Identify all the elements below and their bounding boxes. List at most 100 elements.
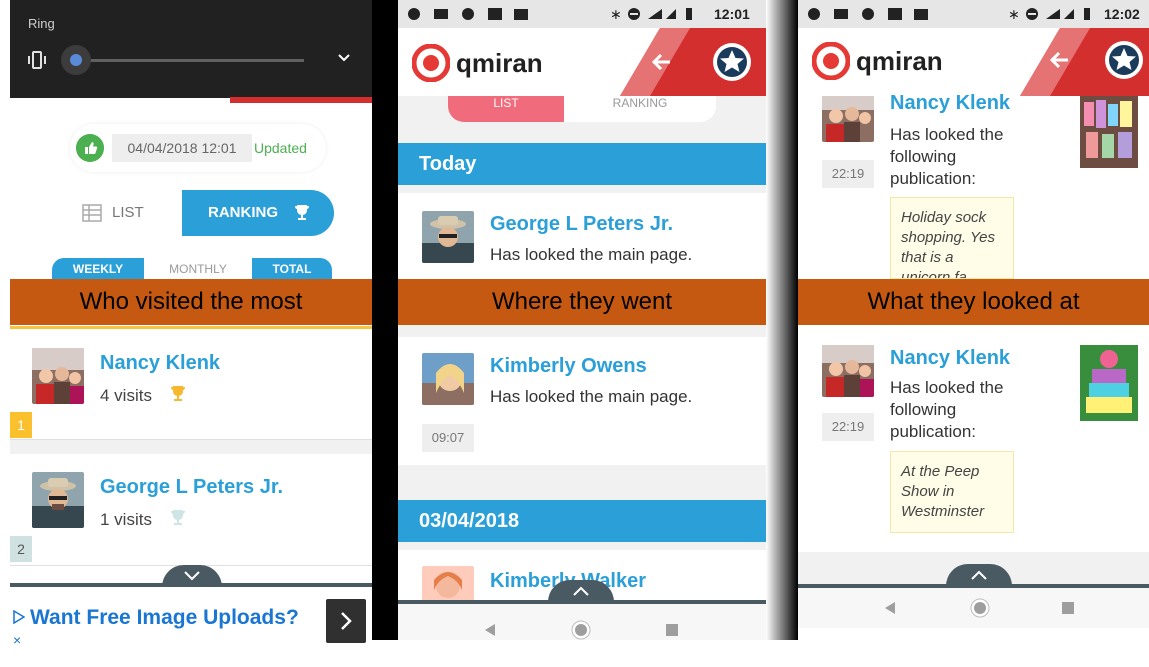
svg-text:∗: ∗ [1008, 7, 1020, 22]
activity-text: Has looked the following publication: [890, 125, 1004, 188]
profile-star-icon[interactable] [712, 42, 752, 82]
app-header: qmiran [798, 28, 1149, 96]
activity-text: Has looked the following publication: [890, 378, 1004, 441]
volume-slider[interactable] [76, 59, 304, 62]
notification-icons [808, 8, 928, 20]
ranking-card[interactable]: George L Peters Jr. 1 visits 2 [10, 454, 372, 566]
publication-card[interactable]: Nancy Klenk Has looked the following pub… [798, 325, 1149, 552]
scroll-up-tab[interactable] [946, 564, 1012, 586]
avatar [32, 472, 84, 528]
ranking-card[interactable]: Nancy Klenk 4 visits 1 [10, 330, 372, 440]
avatar [822, 96, 874, 142]
avatar [822, 345, 874, 397]
tab-monthly[interactable]: MONTHLY [144, 258, 252, 280]
profile-star-icon[interactable] [1104, 40, 1144, 80]
visitor-name[interactable]: George L Peters Jr. [100, 476, 283, 499]
status-bar: ∗ 12:01 [398, 0, 766, 28]
activity-time: 22:19 [822, 160, 874, 188]
activity-time: 09:07 [422, 424, 474, 452]
ad-banner[interactable]: × Want Free Image Uploads? [10, 588, 372, 667]
system-status-icons: ∗ [610, 7, 692, 22]
caption-where-they-went: Where they went [398, 279, 766, 325]
activity-card[interactable]: George L Peters Jr. Has looked the main … [398, 193, 766, 279]
caption-what-they-looked-at: What they looked at [798, 279, 1149, 325]
avatar [422, 566, 474, 602]
rank-badge: 1 [10, 412, 32, 438]
scroll-up-tab[interactable] [548, 580, 614, 602]
publication-excerpt[interactable]: Holiday sock shopping. Yes that is a uni… [890, 197, 1014, 279]
thumbs-up-icon [76, 134, 104, 162]
volume-notification: Ring [10, 0, 372, 98]
publication-excerpt[interactable]: At the Peep Show in Westminster [890, 451, 1014, 533]
table-icon [82, 204, 102, 222]
ranking-screen: Ring 04/04/2018 12:01 Updated LIST RANKI… [10, 0, 372, 667]
visitor-name[interactable]: Nancy Klenk [890, 92, 1010, 115]
nav-home-icon[interactable] [571, 620, 591, 640]
publication-card[interactable]: Nancy Klenk Has looked the following pub… [798, 92, 1149, 279]
visitor-name[interactable]: Nancy Klenk [100, 352, 220, 375]
chevron-down-icon [184, 571, 200, 581]
android-nav-bar [798, 588, 1149, 628]
notification-title: Ring [28, 16, 55, 31]
qmiran-logo-icon [412, 44, 450, 82]
tab-total[interactable]: TOTAL [252, 258, 332, 280]
caption-who-visited: Who visited the most [10, 279, 372, 325]
vibrate-icon[interactable] [26, 50, 48, 70]
status-time: 12:02 [1104, 6, 1140, 22]
bottom-bar-line [10, 583, 372, 587]
chevron-right-icon [341, 612, 352, 630]
visitor-name[interactable]: Kimberly Owens [490, 355, 647, 378]
visit-count: 1 visits [100, 510, 152, 529]
qmiran-logo-icon [812, 42, 850, 80]
tab-weekly[interactable]: WEEKLY [52, 258, 144, 280]
nav-recent-icon[interactable] [1062, 602, 1074, 614]
nav-back-icon[interactable] [884, 602, 896, 614]
header-red-strip [230, 97, 372, 103]
ad-headline[interactable]: Want Free Image Uploads? [30, 606, 299, 630]
nav-back-icon[interactable] [484, 624, 496, 636]
status-time: 12:01 [714, 6, 750, 22]
visitor-name[interactable]: George L Peters Jr. [490, 213, 673, 236]
first-place-accent [10, 326, 372, 329]
back-arrow-icon[interactable] [1048, 48, 1072, 72]
activity-text: Has looked the main page. [490, 387, 693, 406]
trophy-icon [295, 205, 309, 220]
rank-badge: 2 [10, 536, 32, 562]
chevron-up-icon [573, 586, 589, 596]
section-header: Today [398, 143, 766, 185]
panel-divider [766, 0, 798, 640]
notification-icons [408, 8, 528, 20]
svg-text:∗: ∗ [610, 7, 622, 22]
visitor-name[interactable]: Nancy Klenk [890, 347, 1010, 370]
last-update-date: 04/04/2018 12:01 [112, 134, 252, 162]
nav-recent-icon[interactable] [666, 624, 678, 636]
publication-thumbnail[interactable] [1080, 96, 1138, 168]
app-logo-text: qmiran [456, 48, 543, 78]
nav-home-icon[interactable] [970, 598, 990, 618]
card-separator [10, 440, 372, 454]
activity-card[interactable]: Kimberly Owens Has looked the main page.… [398, 337, 766, 465]
silver-trophy-icon [171, 510, 185, 525]
visit-count: 4 visits [100, 386, 152, 405]
chevron-up-icon [971, 570, 987, 580]
ad-close-icon[interactable]: × [13, 632, 21, 648]
activity-time: 22:19 [822, 413, 874, 441]
chevron-down-icon[interactable] [336, 50, 352, 66]
gold-trophy-icon [171, 386, 185, 401]
tab-list[interactable]: LIST [60, 190, 182, 236]
back-arrow-icon[interactable] [650, 50, 674, 74]
volume-slider-knob[interactable] [61, 45, 91, 75]
ad-open-button[interactable] [326, 599, 366, 643]
update-status: Updated [254, 140, 307, 156]
avatar [422, 211, 474, 263]
android-nav-bar [398, 604, 766, 640]
tab-ranking[interactable]: RANKING [564, 96, 716, 122]
avatar [32, 348, 84, 404]
app-header: qmiran [398, 28, 766, 96]
section-header: 03/04/2018 [398, 500, 766, 542]
panel-divider [372, 0, 398, 640]
ad-choices-icon[interactable] [13, 610, 25, 624]
publication-thumbnail[interactable] [1080, 345, 1138, 421]
tab-list[interactable]: LIST [448, 96, 564, 122]
activity-text: Has looked the main page. [490, 245, 693, 264]
